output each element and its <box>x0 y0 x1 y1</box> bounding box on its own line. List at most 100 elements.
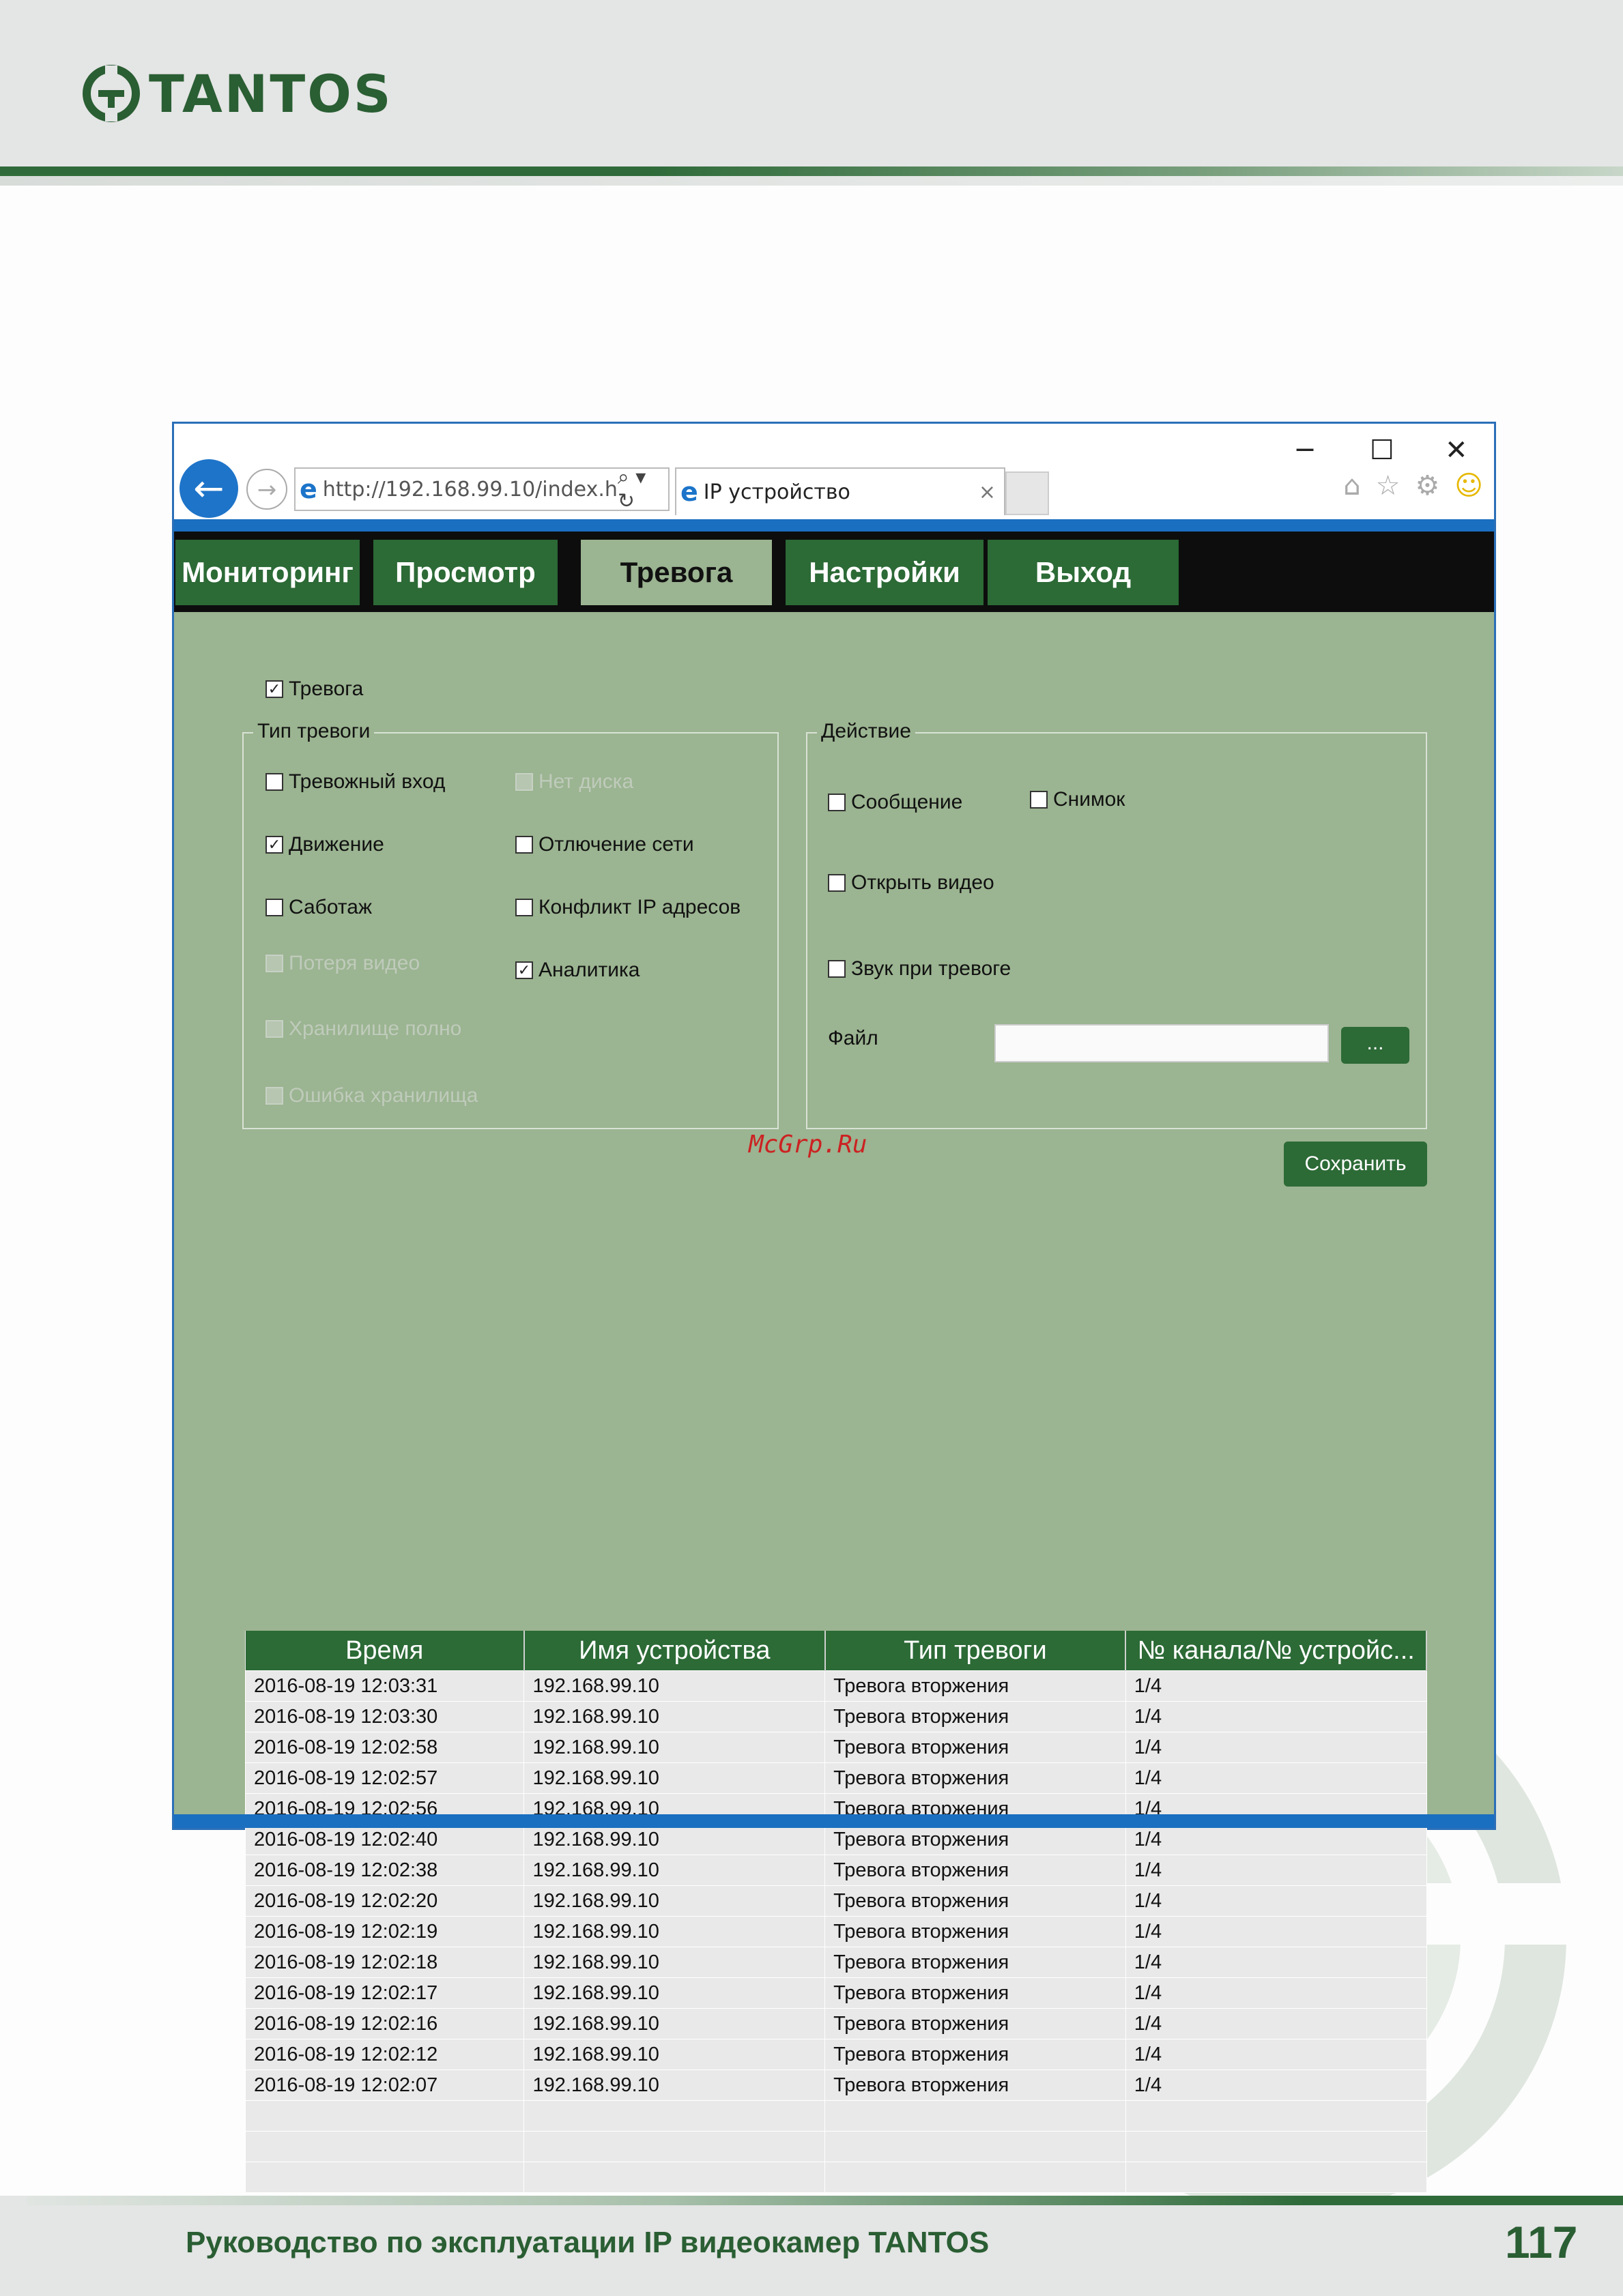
cell-time: 2016-08-19 12:02:40 <box>244 1824 525 1855</box>
ip-conflict-checkbox[interactable]: Конфликт IP адресов <box>515 896 741 919</box>
favorites-star-icon[interactable]: ☆ <box>1376 470 1401 502</box>
save-button[interactable]: Сохранить <box>1284 1142 1427 1187</box>
checkbox-box[interactable]: ✓ <box>515 961 533 979</box>
table-row[interactable]: 2016-08-19 12:02:17 192.168.99.10 Тревога … <box>244 1977 1427 2009</box>
cell-alarm-type: Тревога вторжения <box>824 1732 1126 1763</box>
file-label: Файл <box>828 1027 878 1049</box>
checkbox-box[interactable] <box>515 836 533 854</box>
column-alarm-type[interactable]: Тип тревоги <box>824 1631 1127 1671</box>
smiley-feedback-icon[interactable]: ☺ <box>1454 470 1483 502</box>
tab-alarm[interactable]: Тревога <box>581 540 772 605</box>
browse-file-button[interactable]: ... <box>1341 1027 1409 1064</box>
alarm-sound-label: Звук при тревоге <box>851 957 1011 980</box>
storage-error-checkbox: Ошибка хранилища <box>265 1084 478 1107</box>
browser-titlebar: ─ ☐ ✕ ← → e http://192.168.99.10/index.h… <box>174 424 1494 519</box>
browser-tab[interactable]: e IP устройство × <box>675 467 1005 515</box>
checkbox-box[interactable] <box>828 794 846 811</box>
cell-time: 2016-08-19 12:02:17 <box>244 1977 525 2009</box>
alarm-input-checkbox[interactable]: Тревожный вход <box>265 770 445 794</box>
checkbox-box <box>265 955 283 972</box>
analytics-checkbox[interactable]: ✓ Аналитика <box>515 959 640 982</box>
cell-alarm-type: Тревога вторжения <box>824 1855 1126 1886</box>
cell-channel: 1/4 <box>1125 1947 1427 1978</box>
forward-arrow-icon[interactable]: → <box>246 469 287 510</box>
maximize-button[interactable]: ☐ <box>1370 435 1394 466</box>
table-row[interactable]: 2016-08-19 12:02:16 192.168.99.10 Тревога … <box>244 2008 1427 2039</box>
ip-conflict-label: Конфликт IP адресов <box>538 896 741 918</box>
analytics-label: Аналитика <box>538 959 640 981</box>
motion-checkbox[interactable]: ✓ Движение <box>265 833 384 856</box>
checkbox-box[interactable]: ✓ <box>265 836 283 854</box>
empty-cell <box>523 2100 826 2132</box>
table-row[interactable]: 2016-08-19 12:02:38 192.168.99.10 Тревога … <box>244 1855 1427 1886</box>
search-icon[interactable]: ⌕ ▾ ↻ <box>618 465 663 513</box>
snapshot-label: Снимок <box>1053 788 1125 811</box>
empty-table-row <box>244 2100 1427 2132</box>
tab-monitoring[interactable]: Мониторинг <box>175 540 360 605</box>
checkbox-box[interactable] <box>265 899 283 916</box>
table-row[interactable]: 2016-08-19 12:02:19 192.168.99.10 Тревога … <box>244 1916 1427 1947</box>
no-disk-checkbox: Нет диска <box>515 770 633 794</box>
checkbox-box[interactable] <box>265 773 283 791</box>
motion-label: Движение <box>289 833 384 856</box>
checkbox-box[interactable] <box>515 899 533 916</box>
minimize-button[interactable]: ─ <box>1297 435 1313 466</box>
cell-time: 2016-08-19 12:03:30 <box>244 1701 525 1732</box>
cell-channel: 1/4 <box>1125 1885 1427 1917</box>
new-tab-button[interactable] <box>1005 471 1049 515</box>
home-icon[interactable]: ⌂ <box>1343 470 1360 502</box>
column-channel-device[interactable]: № канала/№ устройс... <box>1125 1631 1427 1671</box>
column-time[interactable]: Время <box>245 1631 525 1671</box>
alarm-sound-checkbox[interactable]: Звук при тревоге <box>828 957 1011 980</box>
open-video-checkbox[interactable]: Открыть видео <box>828 871 994 895</box>
empty-cell <box>824 2131 1126 2162</box>
checkbox-box <box>515 773 533 791</box>
storage-error-label: Ошибка хранилища <box>289 1084 478 1107</box>
snapshot-checkbox[interactable]: Снимок <box>1030 788 1125 811</box>
cell-device-name: 192.168.99.10 <box>523 1855 826 1886</box>
table-row[interactable]: 2016-08-19 12:02:58 192.168.99.10 Тревога … <box>244 1732 1427 1763</box>
cell-device-name: 192.168.99.10 <box>523 1824 826 1855</box>
close-window-button[interactable]: ✕ <box>1445 435 1468 466</box>
table-row[interactable]: 2016-08-19 12:03:31 192.168.99.10 Тревога … <box>244 1670 1427 1702</box>
tab-settings[interactable]: Настройки <box>786 540 983 605</box>
table-row[interactable]: 2016-08-19 12:02:18 192.168.99.10 Тревога … <box>244 1947 1427 1978</box>
checkbox-box[interactable] <box>828 960 846 978</box>
message-checkbox[interactable]: Сообщение <box>828 791 962 814</box>
tamper-checkbox[interactable]: Саботаж <box>265 896 372 919</box>
table-row[interactable]: 2016-08-19 12:02:57 192.168.99.10 Тревога … <box>244 1762 1427 1794</box>
tab-exit[interactable]: Выход <box>988 540 1179 605</box>
close-tab-icon[interactable]: × <box>979 480 996 504</box>
column-device-name[interactable]: Имя устройства <box>523 1631 826 1671</box>
table-row[interactable]: 2016-08-19 12:02:20 192.168.99.10 Тревога … <box>244 1885 1427 1917</box>
storage-full-checkbox: Хранилище полно <box>265 1017 461 1041</box>
checkbox-box[interactable] <box>1030 791 1048 809</box>
address-bar[interactable]: e http://192.168.99.10/index.h ⌕ ▾ ↻ <box>294 465 670 513</box>
cell-time: 2016-08-19 12:02:16 <box>244 2008 525 2039</box>
empty-cell <box>824 2100 1126 2132</box>
tab-playback[interactable]: Просмотр <box>373 540 558 605</box>
video-loss-checkbox: Потеря видео <box>265 952 420 975</box>
table-row[interactable]: 2016-08-19 12:02:12 192.168.99.10 Тревога … <box>244 2039 1427 2070</box>
settings-gear-icon[interactable]: ⚙ <box>1415 470 1439 502</box>
file-path-input[interactable] <box>994 1024 1329 1062</box>
cell-time: 2016-08-19 12:02:18 <box>244 1947 525 1978</box>
back-arrow-icon[interactable]: ← <box>179 459 238 518</box>
checkbox-box[interactable] <box>828 874 846 892</box>
alarm-enable-checkbox[interactable]: ✓ Тревога <box>265 678 363 701</box>
cell-time: 2016-08-19 12:02:20 <box>244 1885 525 1917</box>
cell-alarm-type: Тревога вторжения <box>824 2069 1126 2101</box>
open-video-label: Открыть видео <box>851 871 994 894</box>
cell-device-name: 192.168.99.10 <box>523 1947 826 1978</box>
checkbox-box[interactable]: ✓ <box>265 680 283 698</box>
table-row[interactable]: 2016-08-19 12:02:07 192.168.99.10 Тревога … <box>244 2069 1427 2101</box>
watermark-text: McGrp.Ru <box>749 1131 867 1159</box>
cell-alarm-type: Тревога вторжения <box>824 1977 1126 2009</box>
table-row[interactable]: 2016-08-19 12:03:30 192.168.99.10 Тревога … <box>244 1701 1427 1732</box>
cell-channel: 1/4 <box>1125 2069 1427 2101</box>
network-disconnect-checkbox[interactable]: Отлючение сети <box>515 833 694 856</box>
cell-alarm-type: Тревога вторжения <box>824 1885 1126 1917</box>
cell-alarm-type: Тревога вторжения <box>824 1824 1126 1855</box>
no-disk-label: Нет диска <box>538 770 634 793</box>
table-row[interactable]: 2016-08-19 12:02:40 192.168.99.10 Тревога … <box>244 1824 1427 1855</box>
